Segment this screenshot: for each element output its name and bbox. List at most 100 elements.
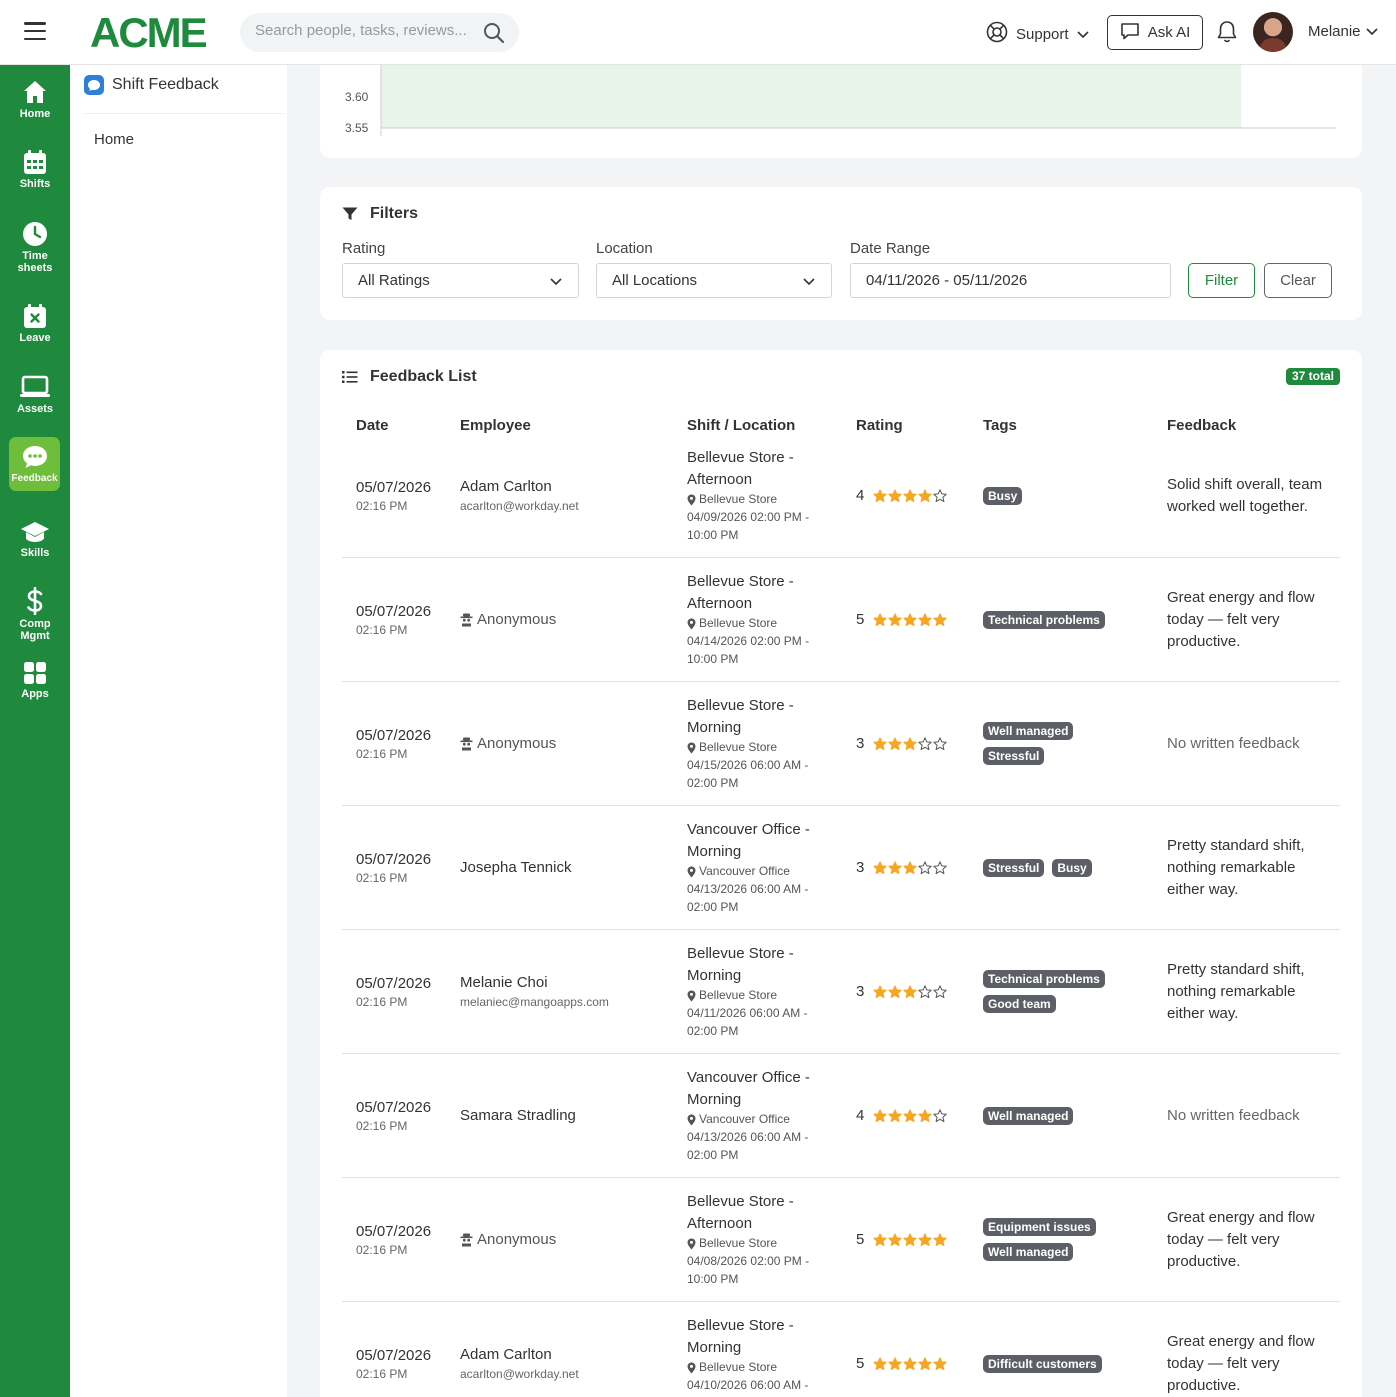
feedback-date: 05/07/2026 [356, 974, 432, 992]
star-filled-icon [888, 860, 903, 874]
star-filled-icon [918, 488, 933, 502]
support-menu[interactable]: Support [986, 21, 1089, 47]
chart-area-fill [381, 65, 1241, 128]
rating-value: 3 [856, 735, 865, 752]
tag-badge: Busy [983, 486, 1023, 505]
feedback-time: 02:16 PM [356, 1366, 408, 1381]
map-pin-icon [687, 1362, 696, 1373]
home-icon [24, 81, 46, 103]
column-header-employee[interactable]: Employee [460, 417, 531, 434]
clear-button[interactable]: Clear [1264, 263, 1332, 298]
nav-item-leave[interactable]: Leave [0, 303, 70, 344]
location-select[interactable]: All Locations [596, 263, 832, 298]
user-menu[interactable]: Melanie [1308, 23, 1378, 40]
chat-bubble-icon [22, 446, 47, 468]
star-outline-icon [933, 488, 948, 502]
rating-select[interactable]: All Ratings [342, 263, 579, 298]
tag-row: Difficult customers [983, 1354, 1102, 1373]
tags-cell: Well managed Stressful [983, 682, 1074, 805]
column-header-rating[interactable]: Rating [856, 417, 903, 434]
column-header-feedback[interactable]: Feedback [1167, 417, 1236, 434]
nav-item-apps[interactable]: Apps [0, 661, 70, 700]
column-header-date[interactable]: Date [356, 417, 389, 434]
nav-item-home[interactable]: Home [0, 79, 70, 120]
feedback-date: 05/07/2026 [356, 850, 432, 868]
anonymous-employee: Anonymous [460, 735, 556, 752]
rating-value: 5 [856, 611, 865, 628]
left-nav: Home Shifts Time sheets Leave Assets Fee… [0, 65, 70, 1397]
table-row[interactable]: 05/07/2026 02:16 PM Anonymous Bellevue S… [342, 1178, 1340, 1302]
side-panel-home-link[interactable]: Home [94, 131, 134, 148]
tags-cell: Stressful Busy [983, 806, 1092, 929]
feedback-list-card: Feedback List 37 total Date Employee Shi… [320, 350, 1362, 1397]
employee-cell: Samara Stradling [460, 1054, 576, 1177]
shift-name: Bellevue Store - Morning [687, 945, 794, 984]
search-box[interactable] [240, 13, 519, 52]
filter-button[interactable]: Filter [1188, 263, 1255, 298]
table-row[interactable]: 05/07/2026 02:16 PM Anonymous Bellevue S… [342, 682, 1340, 806]
avatar[interactable] [1253, 12, 1293, 52]
nav-item-skills[interactable]: Skills [0, 520, 70, 559]
rating-value: 5 [856, 1231, 865, 1248]
nav-item-comp-mgmt[interactable]: Comp Mgmt [0, 587, 70, 642]
clock-icon [23, 222, 47, 246]
bell-icon[interactable] [1216, 20, 1238, 49]
rating-value: 4 [856, 1107, 865, 1124]
location-name: Bellevue Store [699, 1236, 778, 1250]
shift-location-cell: Vancouver Office - Morning Vancouver Off… [687, 1054, 832, 1177]
rating-trend-chart-card: 3.60 3.55 [320, 65, 1362, 158]
shift-location: Bellevue Store [687, 615, 832, 632]
grid-icon [24, 662, 46, 684]
tags-cell: Technical problems [983, 558, 1105, 681]
ask-ai-label: Ask AI [1147, 24, 1191, 41]
date-range-value: 04/11/2026 - 05/11/2026 [866, 272, 1028, 289]
search-icon[interactable] [483, 22, 505, 49]
table-row[interactable]: 05/07/2026 02:16 PM Josepha Tennick Vanc… [342, 806, 1340, 930]
map-pin-icon [687, 618, 696, 629]
table-row[interactable]: 05/07/2026 02:16 PM Samara Stradling Van… [342, 1054, 1340, 1178]
nav-label: Home [19, 108, 51, 120]
rating-label: Rating [342, 240, 386, 257]
location-name: Vancouver Office [699, 864, 790, 878]
feedback-list-title: Feedback List [370, 368, 477, 385]
table-row[interactable]: 05/07/2026 02:16 PM Adam Carlton acarlto… [342, 434, 1340, 558]
star-rating [873, 1232, 948, 1247]
employee-cell: Josepha Tennick [460, 806, 571, 929]
tag-row: Technical problems [983, 970, 1105, 988]
table-row[interactable]: 05/07/2026 02:16 PM Anonymous Bellevue S… [342, 558, 1340, 682]
calendar-x-icon [24, 304, 46, 328]
nav-label: Apps [21, 688, 49, 700]
date-cell: 05/07/2026 02:16 PM [356, 1302, 451, 1397]
column-header-tags[interactable]: Tags [983, 417, 1017, 434]
search-input[interactable] [255, 22, 480, 39]
nav-item-assets[interactable]: Assets [0, 374, 70, 415]
nav-item-feedback[interactable]: Feedback [9, 437, 60, 491]
tag-row: Well managed [983, 722, 1074, 740]
tag-badge: Well managed [983, 1243, 1074, 1261]
star-filled-icon [873, 860, 888, 874]
employee-name: Anonymous [477, 611, 557, 628]
anonymous-icon [460, 613, 473, 626]
shift-name: Vancouver Office - Morning [687, 821, 810, 860]
ask-ai-button[interactable]: Ask AI [1107, 15, 1203, 50]
acme-logo[interactable]: ACME [90, 12, 208, 54]
column-header-shift-location[interactable]: Shift / Location [687, 417, 795, 434]
location-label: Location [596, 240, 653, 257]
shift-name: Bellevue Store - Afternoon [687, 573, 794, 612]
nav-item-timesheets[interactable]: Time sheets [0, 221, 70, 274]
date-range-input[interactable]: 04/11/2026 - 05/11/2026 [850, 263, 1171, 298]
table-row[interactable]: 05/07/2026 02:16 PM Melanie Choi melanie… [342, 930, 1340, 1054]
hamburger-menu-icon[interactable] [24, 22, 46, 40]
star-filled-icon [918, 1232, 933, 1246]
employee-email: acarlton@workday.net [460, 1367, 579, 1381]
feedback-time: 02:16 PM [356, 622, 408, 637]
employee-name: Anonymous [477, 1231, 557, 1248]
divider [84, 113, 284, 114]
tags-cell: Technical problems Good team [983, 930, 1105, 1053]
star-filled-icon [918, 612, 933, 626]
nav-item-shifts[interactable]: Shifts [0, 149, 70, 190]
rating-cell: 5 [856, 1178, 948, 1301]
user-name: Melanie [1308, 23, 1361, 40]
table-row[interactable]: 05/07/2026 02:16 PM Adam Carlton acarlto… [342, 1302, 1340, 1397]
rating-value: 3 [856, 983, 865, 1000]
